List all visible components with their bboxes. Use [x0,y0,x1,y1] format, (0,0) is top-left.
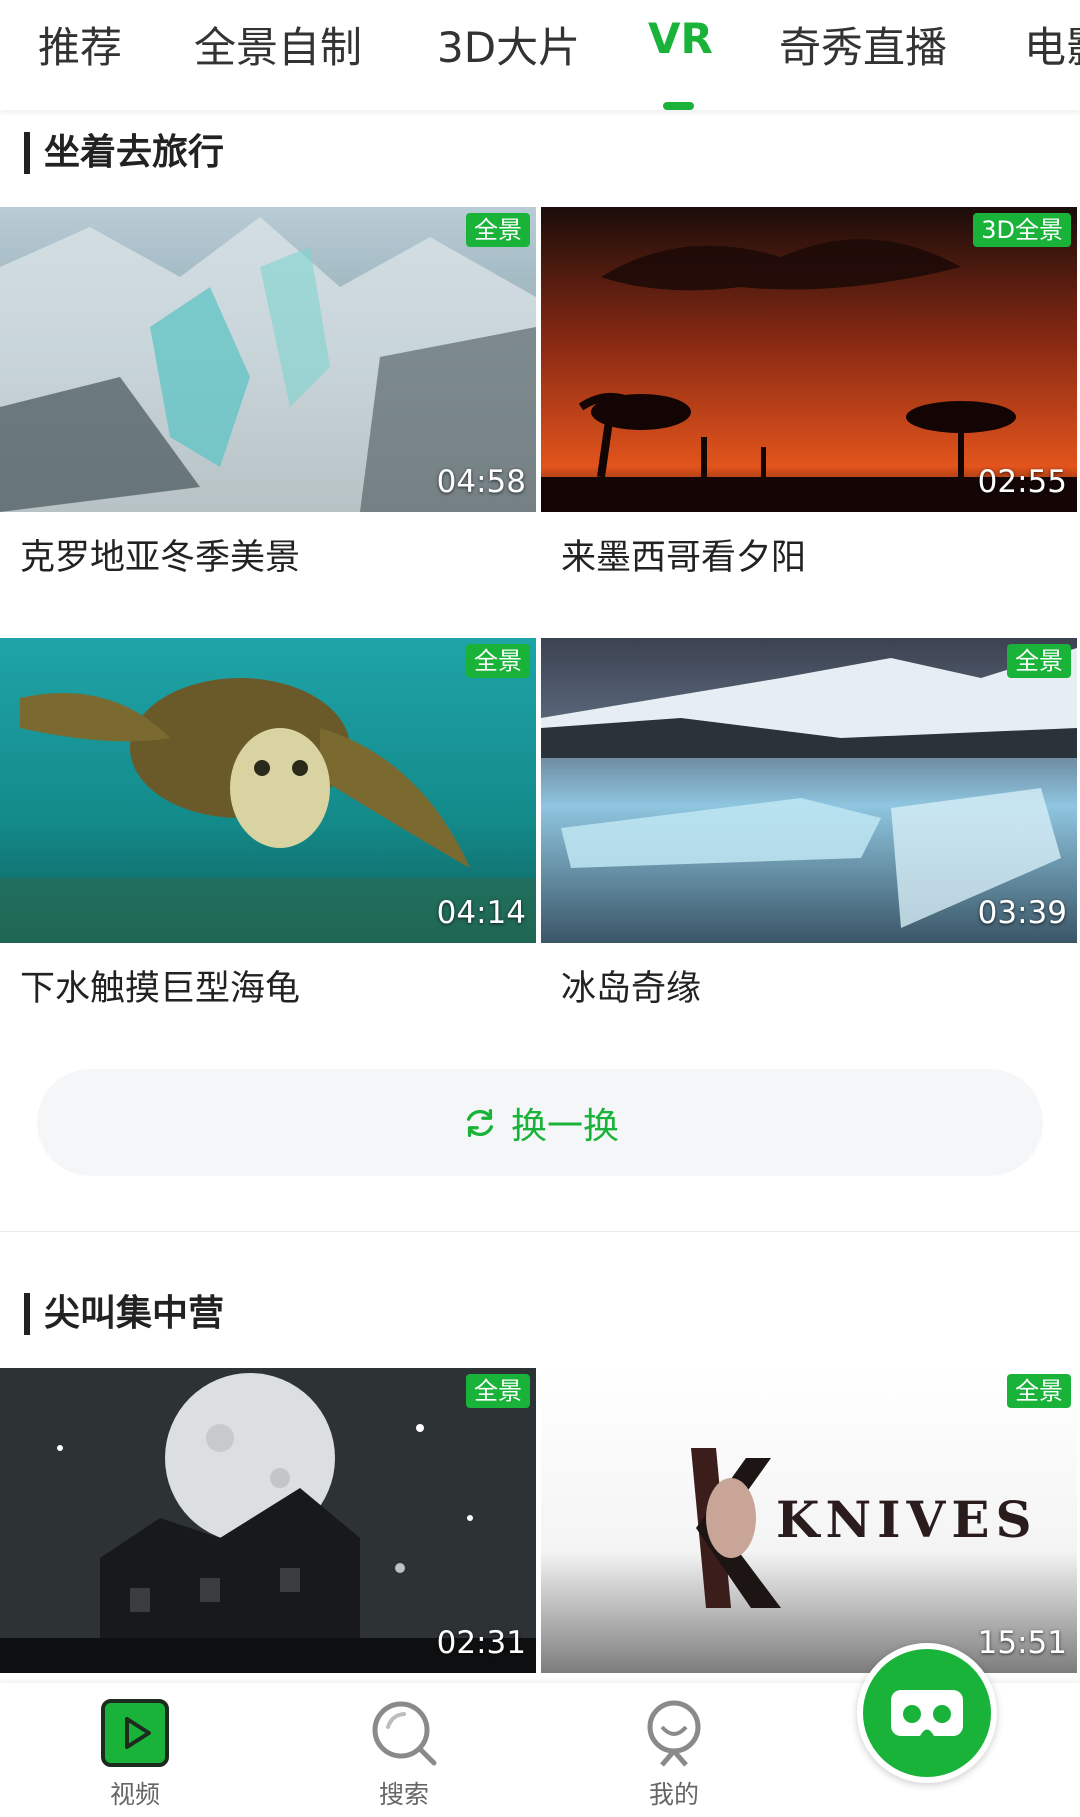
video-duration: 03:39 [977,895,1067,931]
refresh-button[interactable]: 换一换 [37,1069,1043,1176]
video-card[interactable]: 全景 04:14 下水触摸巨型海龟 [0,638,536,1009]
panorama-badge: 全景 [1007,1374,1071,1408]
section-title-travel: 坐着去旅行 [24,132,224,174]
video-card[interactable]: 3D全景 02:55 来墨西哥看夕阳 [541,207,1077,578]
profile-icon [647,1700,701,1767]
vr-glasses-icon [891,1690,963,1736]
panorama-badge: 全景 [1007,644,1071,678]
poster-title: KNIVES [776,1490,1038,1549]
video-duration: 04:58 [436,464,526,500]
panorama-badge: 全景 [466,644,530,678]
video-thumbnail[interactable]: 全景 04:58 [0,207,536,512]
video-card[interactable]: 全景 04:58 克罗地亚冬季美景 [0,207,536,578]
video-card[interactable]: KNIVES 全景 15:51 [541,1368,1077,1673]
nav-item-search[interactable]: 搜索 [344,1697,464,1811]
nav-item-video[interactable]: 视频 [75,1697,195,1811]
panorama-badge: 全景 [466,213,530,247]
video-duration: 15:51 [977,1625,1067,1661]
tab-vr[interactable]: VR [648,14,713,63]
video-title[interactable]: 下水触摸巨型海龟 [20,960,300,1011]
refresh-icon [466,1108,494,1137]
video-title[interactable]: 克罗地亚冬季美景 [20,529,300,580]
panorama-badge: 全景 [466,1374,530,1408]
video-card[interactable]: 全景 03:39 冰岛奇缘 [541,638,1077,1009]
video-duration: 04:14 [436,895,526,931]
nav-label: 搜索 [378,1780,429,1809]
tab-recommend[interactable]: 推荐 [38,14,122,75]
video-thumbnail[interactable]: 3D全景 02:55 [541,207,1077,512]
top-tab-bar: 推荐 全景自制 3D大片 VR 奇秀直播 电影 [0,0,1080,110]
section-divider [0,1231,1080,1232]
video-duration: 02:31 [436,1625,526,1661]
nav-item-profile[interactable]: 我的 [614,1697,734,1811]
tab-live-show[interactable]: 奇秀直播 [779,14,947,75]
tab-movies[interactable]: 电影 [1024,14,1080,75]
nav-label: 视频 [109,1780,160,1809]
video-title[interactable]: 来墨西哥看夕阳 [561,529,806,580]
video-card[interactable]: 全景 02:31 [0,1368,536,1673]
video-thumbnail[interactable]: 全景 04:14 [0,638,536,943]
video-thumbnail[interactable]: 全景 02:31 [0,1368,536,1673]
section-title-horror: 尖叫集中营 [24,1293,224,1335]
refresh-label: 换一换 [510,1105,619,1147]
video-title[interactable]: 冰岛奇缘 [561,960,701,1011]
active-tab-indicator [663,102,694,110]
search-icon [372,1701,437,1766]
video-duration: 02:55 [977,464,1067,500]
tab-3d-movies[interactable]: 3D大片 [437,14,580,75]
3d-panorama-badge: 3D全景 [973,213,1071,247]
vr-mode-button[interactable] [857,1643,997,1783]
video-thumbnail[interactable]: 全景 03:39 [541,638,1077,943]
video-thumbnail[interactable]: KNIVES 全景 15:51 [541,1368,1077,1673]
tab-panorama-original[interactable]: 全景自制 [194,14,362,75]
video-play-icon [101,1699,169,1767]
nav-label: 我的 [648,1780,699,1809]
